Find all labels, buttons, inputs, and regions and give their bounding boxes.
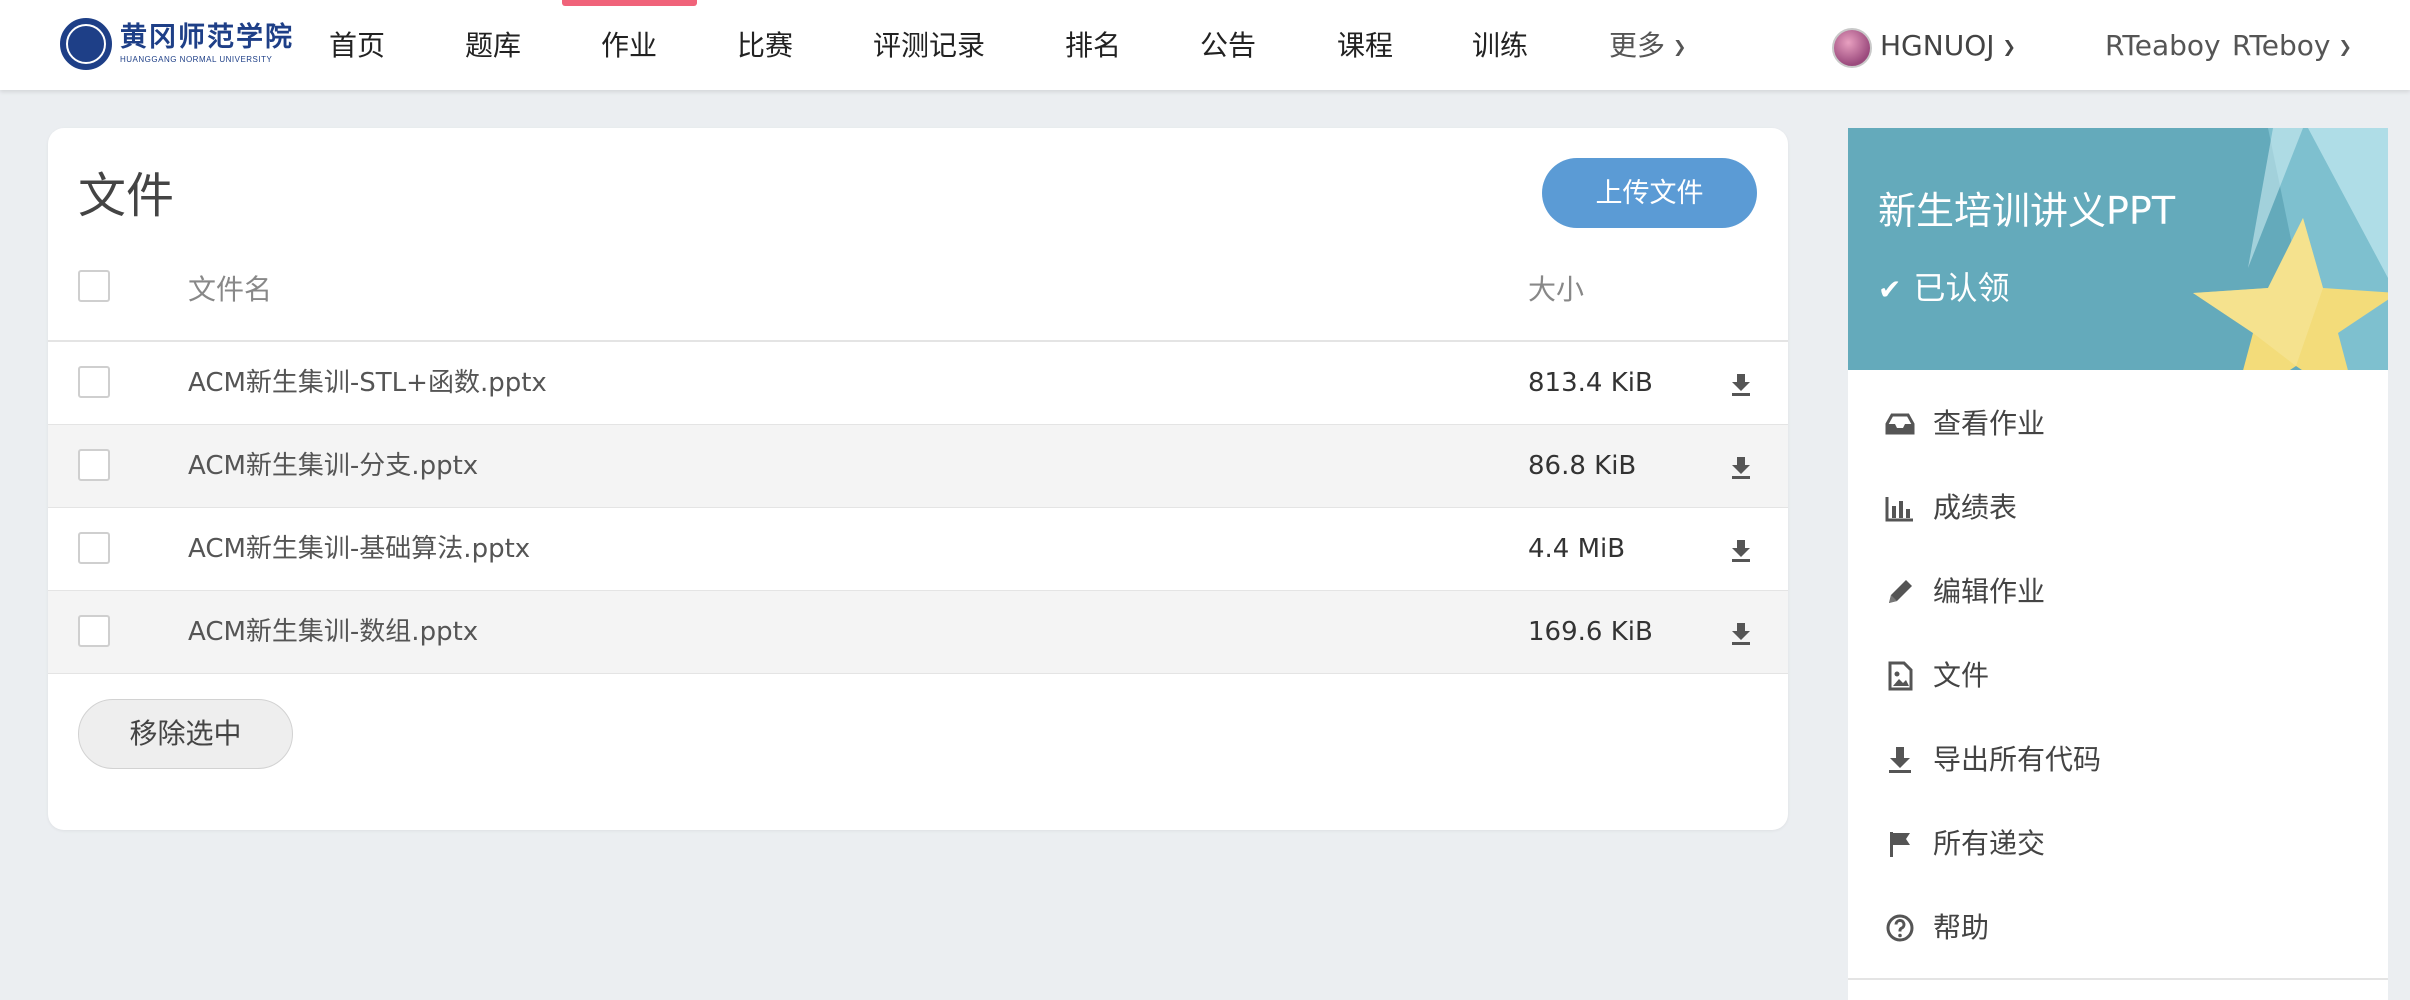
row-checkbox[interactable] xyxy=(78,532,110,564)
nav-more-dropdown[interactable]: 更多 ❯ xyxy=(1609,0,1686,90)
nav-home[interactable]: 首页 xyxy=(329,0,385,90)
university-logo[interactable]: 黄冈师范学院 HUANGGANG NORMAL UNIVERSITY xyxy=(60,18,294,70)
sidebar-item-help[interactable]: 帮助 xyxy=(1848,886,2388,970)
top-navbar: 黄冈师范学院 HUANGGANG NORMAL UNIVERSITY 首页 题库… xyxy=(0,0,2410,90)
sidebar-item-scoreboard[interactable]: 成绩表 xyxy=(1848,466,2388,550)
check-icon: ✔ xyxy=(1878,273,1902,306)
table-row: ACM新生集训-数组.pptx 169.6 KiB xyxy=(48,591,1788,674)
file-name-link[interactable]: ACM新生集训-基础算法.pptx xyxy=(188,508,530,591)
sidebar-item-files[interactable]: 文件 xyxy=(1848,634,2388,718)
file-name-link[interactable]: ACM新生集训-分支.pptx xyxy=(188,425,478,508)
download-icon[interactable] xyxy=(1730,538,1752,562)
homework-sidebar: 新生培训讲义PPT ✔ 已认领 查看作业 成绩表 编辑作业 文件 导出所有代码 所… xyxy=(1848,128,2388,1000)
file-name-link[interactable]: ACM新生集训-STL+函数.pptx xyxy=(188,342,547,425)
flag-icon xyxy=(1890,832,1910,857)
sidebar-item-edit-homework[interactable]: 编辑作业 xyxy=(1848,550,2388,634)
inbox-icon xyxy=(1885,413,1915,435)
file-size: 813.4 KiB xyxy=(1528,368,1653,398)
file-size: 169.6 KiB xyxy=(1528,617,1653,647)
row-checkbox[interactable] xyxy=(78,366,110,398)
sidebar-item-view-homework[interactable]: 查看作业 xyxy=(1848,382,2388,466)
upload-file-button[interactable]: 上传文件 xyxy=(1542,158,1757,228)
table-row: ACM新生集训-分支.pptx 86.8 KiB xyxy=(48,425,1788,508)
homework-title: 新生培训讲义PPT xyxy=(1878,189,2176,233)
domain-label: HGNUOJ xyxy=(1880,29,1995,62)
nav-records[interactable]: 评测记录 xyxy=(873,0,985,90)
table-row: ACM新生集训-STL+函数.pptx 813.4 KiB xyxy=(48,342,1788,425)
column-header-filename: 文件名 xyxy=(188,273,273,306)
row-checkbox[interactable] xyxy=(78,615,110,647)
row-checkbox[interactable] xyxy=(78,449,110,481)
table-row: ACM新生集训-基础算法.pptx 4.4 MiB xyxy=(48,508,1788,591)
pencil-icon xyxy=(1889,580,1912,603)
sidebar-item-label: 导出所有代码 xyxy=(1933,743,2102,776)
sidebar-item-label: 编辑作业 xyxy=(1933,575,2046,608)
nav-homework[interactable]: 作业 xyxy=(601,0,657,90)
domain-switcher[interactable]: HGNUOJ ❯ xyxy=(1880,0,2016,90)
logo-name-en: HUANGGANG NORMAL UNIVERSITY xyxy=(120,55,273,64)
sidebar-item-label: 成绩表 xyxy=(1933,491,2018,524)
sidebar-item-label: 文件 xyxy=(1933,659,1990,692)
homework-banner: 新生培训讲义PPT ✔ 已认领 xyxy=(1848,128,2388,370)
sidebar-item-export-code[interactable]: 导出所有代码 xyxy=(1848,718,2388,802)
chevron-down-icon: ❯ xyxy=(2002,37,2016,56)
column-header-size: 大小 xyxy=(1528,273,1585,306)
star-decoration-icon xyxy=(2193,128,2388,370)
download-icon[interactable] xyxy=(1730,455,1752,479)
file-name-link[interactable]: ACM新生集训-数组.pptx xyxy=(188,591,478,674)
file-image-icon xyxy=(1888,661,1913,691)
chevron-down-icon: ❯ xyxy=(2338,37,2352,56)
nav-training[interactable]: 训练 xyxy=(1472,0,1528,90)
sidebar-item-label: 查看作业 xyxy=(1933,407,2046,440)
download-icon[interactable] xyxy=(1730,621,1752,645)
select-all-checkbox[interactable] xyxy=(78,270,110,302)
nav-contest[interactable]: 比赛 xyxy=(737,0,793,90)
user-name-link[interactable]: RTeaboy xyxy=(2105,0,2221,90)
chevron-down-icon: ❯ xyxy=(1673,37,1687,56)
nav-ranking[interactable]: 排名 xyxy=(1065,0,1121,90)
nav-course[interactable]: 课程 xyxy=(1337,0,1393,90)
nav-problems[interactable]: 题库 xyxy=(465,0,521,90)
user-menu-dropdown[interactable]: RTeboy ❯ xyxy=(2232,0,2352,90)
files-card: 文件 上传文件 文件名 大小 ACM新生集训-STL+函数.pptx 813.4… xyxy=(48,128,1788,830)
file-size: 4.4 MiB xyxy=(1528,534,1626,564)
file-size: 86.8 KiB xyxy=(1528,451,1637,481)
user-menu-label: RTeboy xyxy=(2232,29,2331,62)
domain-avatar xyxy=(1832,28,1872,68)
claim-status-label: 已认领 xyxy=(1913,269,2010,307)
bar-chart-icon xyxy=(1885,497,1913,522)
nav-more-label: 更多 xyxy=(1609,29,1666,62)
claim-status: ✔ 已认领 xyxy=(1878,268,2009,310)
help-circle-icon xyxy=(1886,914,1914,942)
download-icon xyxy=(1889,747,1911,773)
download-icon[interactable] xyxy=(1730,372,1752,396)
seal-icon xyxy=(60,18,112,70)
page-title: 文件 xyxy=(78,168,175,224)
nav-announcement[interactable]: 公告 xyxy=(1200,0,1256,90)
remove-selected-button[interactable]: 移除选中 xyxy=(78,699,293,769)
sidebar-item-label: 所有递交 xyxy=(1933,827,2046,860)
sidebar-item-label: 帮助 xyxy=(1933,911,1990,944)
sidebar-item-all-submissions[interactable]: 所有递交 xyxy=(1848,802,2388,886)
logo-name-cn: 黄冈师范学院 xyxy=(120,22,294,53)
sidebar-divider xyxy=(1848,978,2388,980)
